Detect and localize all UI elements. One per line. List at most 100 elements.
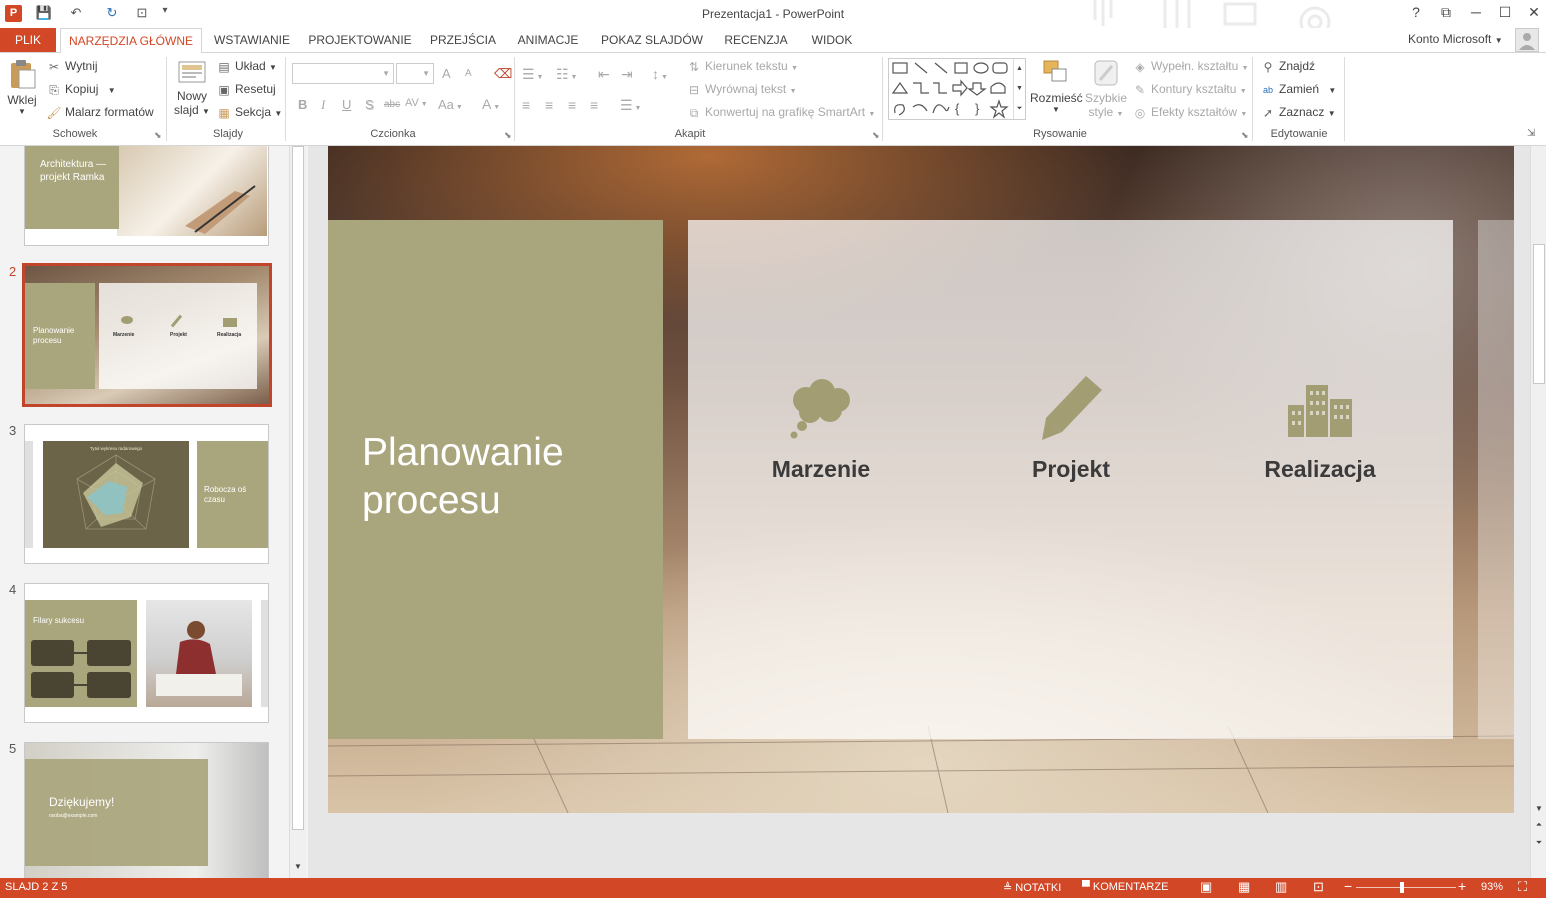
tab-view[interactable]: WIDOK bbox=[802, 28, 862, 53]
gallery-scroll-up-icon[interactable]: ▲ bbox=[1013, 59, 1025, 79]
dialog-launcher-icon[interactable]: ⬊ bbox=[154, 130, 162, 141]
fit-to-window-icon[interactable]: ⛶ bbox=[1518, 879, 1527, 895]
tab-design[interactable]: PROJEKTOWANIE bbox=[302, 28, 418, 53]
slide-scrollbar[interactable]: ▼ ⏶ ⏷ bbox=[1530, 146, 1546, 878]
tab-transitions[interactable]: PRZEJŚCIA bbox=[424, 28, 502, 53]
shape-outline-button[interactable]: ✎ Kontury kształtu ▼ bbox=[1132, 82, 1247, 98]
columns-button[interactable]: ☰ ▼ bbox=[620, 97, 641, 114]
slide-title[interactable]: Planowanie procesu bbox=[362, 429, 642, 525]
avatar[interactable] bbox=[1515, 28, 1539, 52]
slide-thumbnail-3[interactable]: Tytuł wykresu radarowego Robocza oś czas… bbox=[24, 424, 269, 564]
strikethrough-button[interactable]: abc bbox=[384, 99, 400, 110]
quick-styles-button[interactable]: Szybkie style ▼ bbox=[1084, 58, 1128, 124]
bullets-button[interactable]: ☰ ▼ bbox=[522, 66, 543, 83]
line-spacing-button[interactable]: ↕ ▼ bbox=[652, 66, 668, 82]
buildings-icon[interactable] bbox=[1284, 381, 1356, 437]
gallery-more-icon[interactable]: ⏷ bbox=[1013, 99, 1025, 119]
slide-thumbnail-5[interactable]: Dziękujemy! osoba@example.com bbox=[24, 742, 269, 878]
align-left-button[interactable]: ≡ bbox=[522, 97, 530, 113]
paste-button[interactable]: Wklej ▼ bbox=[4, 58, 40, 124]
decrease-indent-button[interactable]: ⇤ bbox=[598, 66, 610, 83]
find-button[interactable]: ⚲ Znajdź bbox=[1260, 59, 1315, 75]
zoom-out-button[interactable]: − bbox=[1344, 878, 1352, 894]
clear-formatting-icon[interactable]: ⌫ bbox=[494, 66, 512, 82]
main-slide[interactable]: Planowanie procesu Marzenie Projekt Real… bbox=[328, 146, 1514, 813]
close-button[interactable]: ✕ bbox=[1520, 4, 1546, 24]
character-spacing-button[interactable]: AV ▼ bbox=[405, 97, 428, 109]
pin-ribbon-icon[interactable]: ⇲ bbox=[1527, 128, 1535, 139]
dialog-launcher-icon[interactable]: ⬊ bbox=[1241, 130, 1249, 141]
next-slide-icon[interactable]: ⏷ bbox=[1533, 838, 1545, 848]
tab-home[interactable]: NARZĘDZIA GŁÓWNE bbox=[60, 28, 202, 53]
pencil-icon[interactable] bbox=[1036, 374, 1106, 444]
tab-file[interactable]: PLIK bbox=[0, 28, 56, 53]
shape-fill-button[interactable]: ◈ Wypełn. kształtu ▼ bbox=[1132, 59, 1248, 75]
grow-font-button[interactable]: A bbox=[442, 66, 451, 81]
dialog-launcher-icon[interactable]: ⬊ bbox=[872, 130, 880, 141]
notes-button[interactable]: ≜ NOTATKI bbox=[1003, 881, 1061, 894]
scroll-down-icon[interactable]: ▼ bbox=[292, 862, 304, 871]
slide-thumbnail-4[interactable]: Filary sukcesu bbox=[24, 583, 269, 723]
shadow-button[interactable]: S bbox=[365, 97, 374, 112]
replace-button[interactable]: ab Zamień ▼ bbox=[1260, 82, 1336, 98]
copy-button[interactable]: ⎘ Kopiuj ▼ bbox=[46, 82, 115, 98]
dialog-launcher-icon[interactable]: ⬊ bbox=[504, 130, 512, 141]
comments-button[interactable]: ▀ KOMENTARZE bbox=[1082, 881, 1168, 893]
shrink-font-button[interactable]: A bbox=[465, 68, 472, 79]
arrange-button[interactable]: Rozmieść ▼ bbox=[1030, 58, 1083, 124]
select-button[interactable]: ➚ Zaznacz ▼ bbox=[1260, 105, 1336, 121]
section-button[interactable]: ▦ Sekcja ▼ bbox=[216, 105, 282, 121]
thumbnails-scrollbar[interactable]: ▼ bbox=[289, 146, 306, 878]
justify-button[interactable]: ≡ bbox=[590, 97, 598, 113]
slide-sorter-icon[interactable]: ▦ bbox=[1238, 879, 1250, 895]
scroll-thumb[interactable] bbox=[292, 146, 304, 830]
ribbon-display-options-button[interactable]: ⧉ bbox=[1432, 4, 1460, 24]
underline-button[interactable]: U bbox=[342, 97, 351, 112]
font-color-button[interactable]: A ▼ bbox=[482, 96, 500, 112]
label-realizacja[interactable]: Realizacja bbox=[1240, 456, 1400, 483]
zoom-level[interactable]: 93% bbox=[1481, 881, 1503, 893]
italic-button[interactable]: I bbox=[321, 97, 325, 113]
thought-cloud-icon[interactable] bbox=[786, 378, 856, 440]
align-right-button[interactable]: ≡ bbox=[568, 97, 576, 113]
convert-smartart-button[interactable]: ⧉ Konwertuj na grafikę SmartArt ▼ bbox=[686, 105, 876, 121]
tab-animations[interactable]: ANIMACJE bbox=[508, 28, 588, 53]
previous-slide-icon[interactable]: ⏶ bbox=[1533, 820, 1545, 830]
label-marzenie[interactable]: Marzenie bbox=[741, 456, 901, 483]
slide-thumbnail-2[interactable]: Planowanie procesu Marzenie Projekt Real… bbox=[22, 263, 272, 407]
cut-button[interactable]: ✂ Wytnij bbox=[46, 59, 98, 75]
numbering-button[interactable]: ☷ ▼ bbox=[556, 66, 577, 83]
tab-insert[interactable]: WSTAWIANIE bbox=[208, 28, 296, 53]
label-projekt[interactable]: Projekt bbox=[991, 456, 1151, 483]
slideshow-icon[interactable]: ⊡ bbox=[1313, 879, 1324, 895]
scroll-thumb[interactable] bbox=[1533, 244, 1545, 384]
bold-button[interactable]: B bbox=[298, 97, 307, 112]
font-size-box[interactable]: ▼ bbox=[396, 63, 434, 84]
help-button[interactable]: ? bbox=[1402, 4, 1430, 24]
reading-view-icon[interactable]: ▥ bbox=[1275, 879, 1287, 895]
scroll-down-icon[interactable]: ▼ bbox=[1533, 804, 1545, 813]
shapes-gallery[interactable]: {} ▲ ▼ ⏷ bbox=[888, 58, 1026, 120]
increase-indent-button[interactable]: ⇥ bbox=[621, 66, 633, 83]
new-slide-button[interactable]: Nowy slajd ▼ bbox=[172, 58, 212, 124]
reset-button[interactable]: ▣ Resetuj bbox=[216, 82, 275, 98]
zoom-in-button[interactable]: + bbox=[1458, 878, 1466, 894]
tab-slideshow[interactable]: POKAZ SLAJDÓW bbox=[594, 28, 710, 53]
normal-view-icon[interactable]: ▣ bbox=[1200, 879, 1212, 895]
align-text-button[interactable]: ⊟ Wyrównaj tekst ▼ bbox=[686, 82, 797, 98]
layout-button[interactable]: ▤ Układ ▼ bbox=[216, 59, 277, 75]
align-center-button[interactable]: ≡ bbox=[545, 97, 553, 113]
maximize-button[interactable]: ☐ bbox=[1491, 4, 1519, 24]
minimize-button[interactable]: ─ bbox=[1462, 4, 1490, 24]
text-direction-button[interactable]: ⇅ Kierunek tekstu ▼ bbox=[686, 59, 798, 75]
gallery-scroll-down-icon[interactable]: ▼ bbox=[1013, 79, 1025, 99]
font-name-box[interactable]: ▼ bbox=[292, 63, 394, 84]
tab-review[interactable]: RECENZJA bbox=[716, 28, 796, 53]
account-menu[interactable]: Konto Microsoft ▼ bbox=[1408, 32, 1503, 46]
zoom-slider[interactable] bbox=[1356, 887, 1456, 888]
shape-effects-button[interactable]: ◎ Efekty kształtów ▼ bbox=[1132, 105, 1248, 121]
zoom-slider-thumb[interactable] bbox=[1400, 882, 1404, 893]
slide-thumbnail-1[interactable]: Architektura — projekt Ramka bbox=[24, 146, 269, 246]
change-case-button[interactable]: Aa ▼ bbox=[438, 97, 463, 112]
format-painter-button[interactable]: 🖌 Malarz formatów bbox=[46, 105, 153, 121]
